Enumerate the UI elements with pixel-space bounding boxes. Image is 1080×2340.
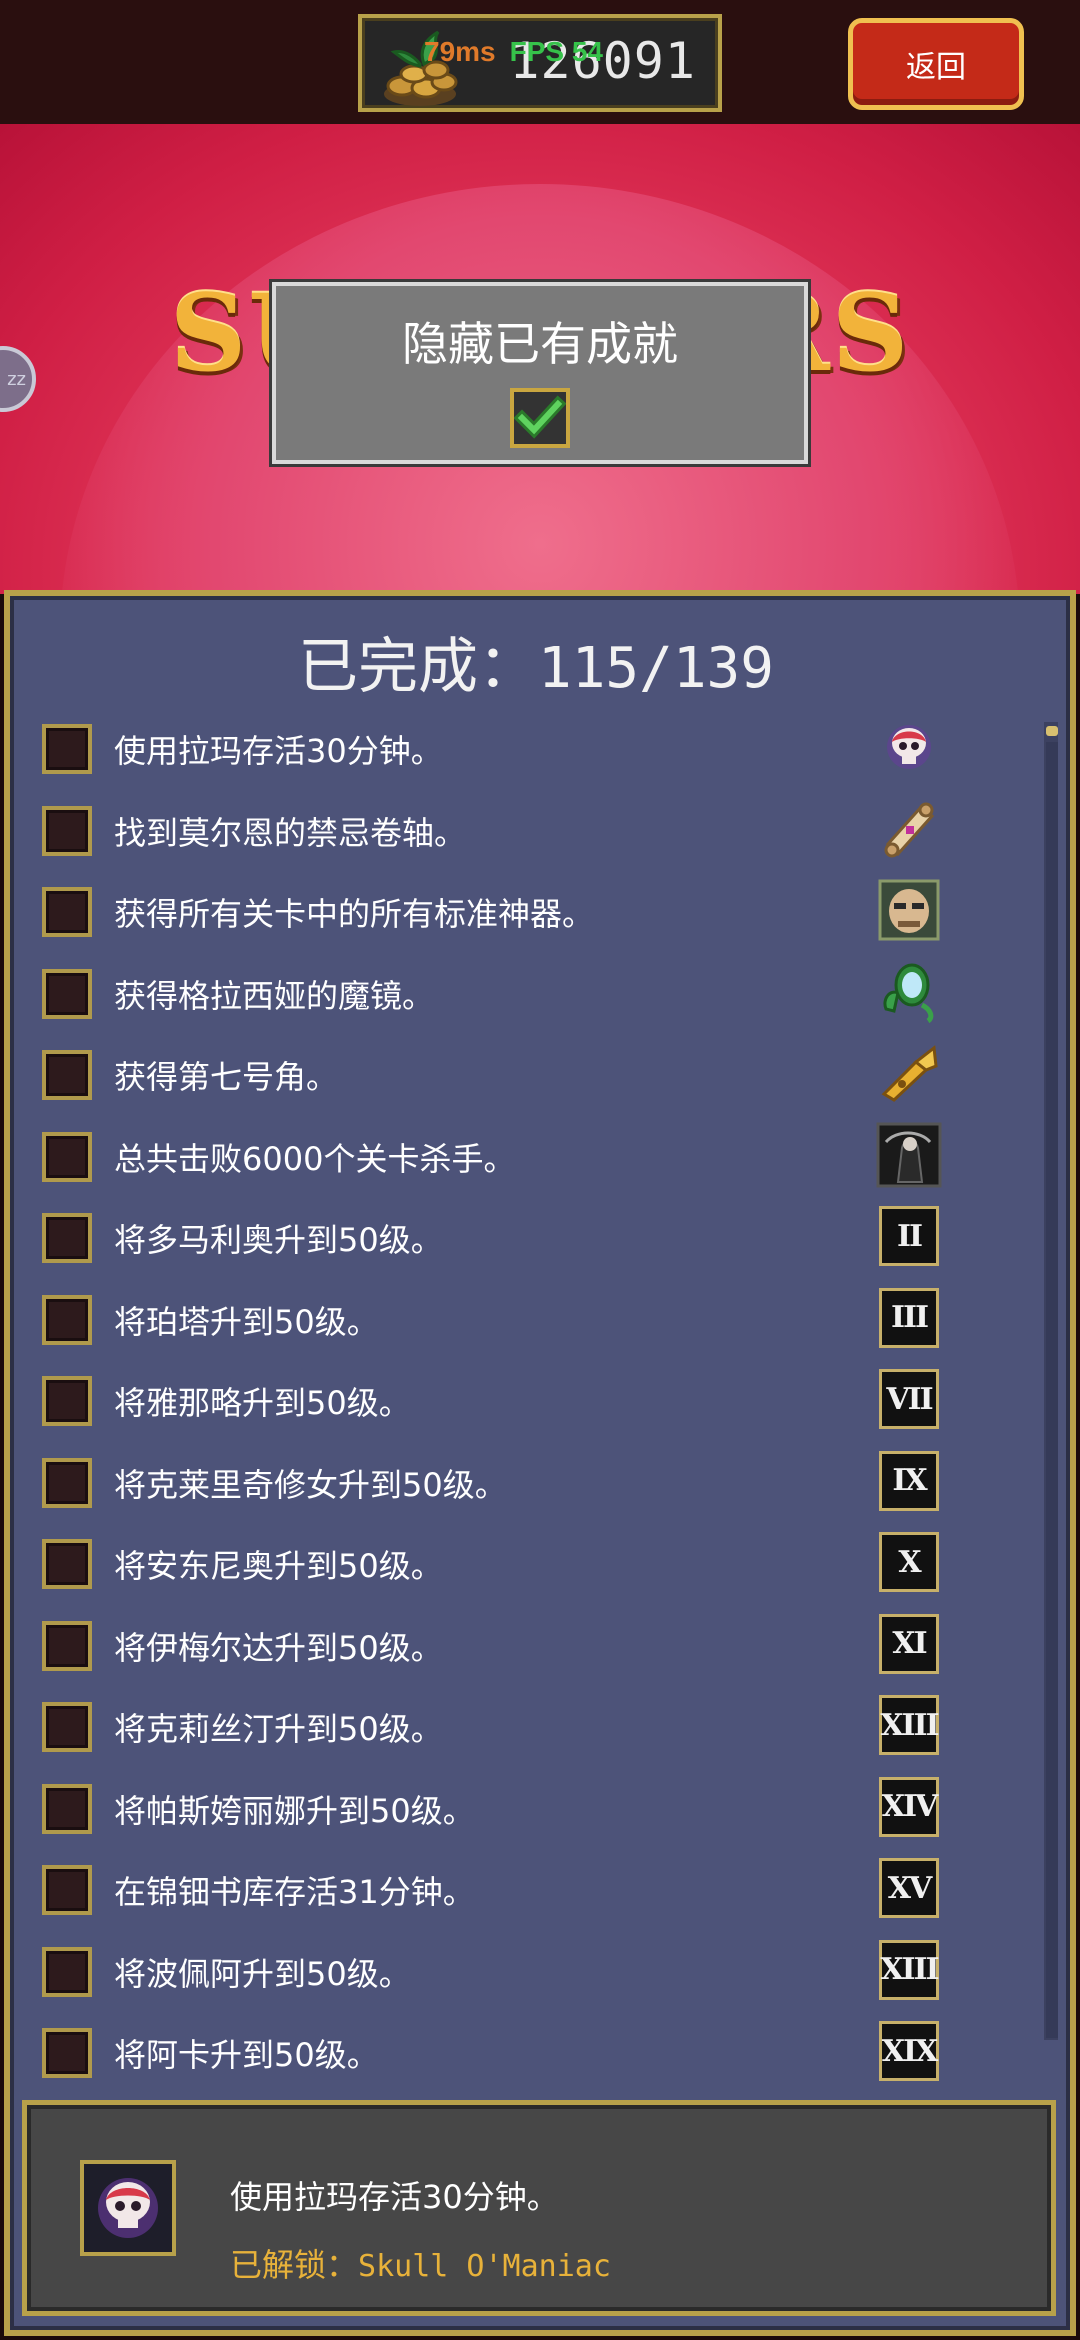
roman-numeral-label: II	[879, 1206, 939, 1266]
achievement-row[interactable]: 将克莱里奇修女升到50级。 IX	[38, 1446, 958, 1526]
achievement-text: 将阿卡升到50级。	[114, 2036, 379, 2074]
achievement-text: 将波佩阿升到50级。	[114, 1954, 411, 1993]
achievement-checkbox[interactable]	[42, 968, 92, 1019]
achievement-text: 总共击败6000个关卡杀手。	[114, 1139, 516, 1178]
scrollbar-inner	[1046, 742, 1058, 2038]
roman-numeral-icon: XV	[876, 1855, 942, 1921]
achievement-checkbox[interactable]	[42, 2028, 92, 2078]
fps-readout: FPS 54	[509, 36, 604, 67]
achievement-text: 将克莱里奇修女升到50级。	[114, 1465, 507, 1504]
back-button[interactable]: 返回	[848, 18, 1024, 110]
achievement-checkbox[interactable]	[42, 724, 92, 774]
completed-label: 已完成：	[297, 632, 538, 702]
roman-numeral-label: XIV	[879, 1776, 939, 1837]
achievement-row[interactable]: 将多马利奥升到50级。 II	[38, 1201, 958, 1281]
roman-numeral-icon: XIII	[876, 1692, 942, 1758]
achievement-checkbox[interactable]	[42, 1131, 92, 1182]
achievement-row[interactable]: 将波佩阿升到50级。 XIII	[38, 1935, 958, 2015]
roman-numeral-icon: II	[876, 1203, 942, 1269]
achievement-text: 使用拉玛存活30分钟。	[114, 732, 443, 770]
achievement-checkbox[interactable]	[42, 1539, 92, 1589]
hide-achieved-checkbox[interactable]	[510, 388, 570, 448]
roman-numeral-icon: IX	[876, 1448, 942, 1514]
roman-numeral-label: VII	[879, 1369, 939, 1429]
achievement-text: 将珀塔升到50级。	[114, 1302, 379, 1341]
hide-achieved-label: 隐藏已有成就	[402, 317, 678, 371]
achievement-text: 获得格拉西娅的魔镜。	[114, 976, 435, 1015]
mask-face-icon	[876, 877, 942, 943]
achievement-checkbox[interactable]	[42, 1702, 92, 1752]
roman-numeral-icon: X	[876, 1529, 942, 1595]
achievement-row[interactable]: 获得所有关卡中的所有标准神器。	[38, 875, 958, 955]
achievement-row[interactable]: 总共击败6000个关卡杀手。	[38, 1120, 958, 1200]
roman-numeral-icon: VII	[876, 1366, 942, 1432]
unlock-name: Skull O'Maniac	[358, 2249, 611, 2284]
achievement-row[interactable]: 获得第七号角。	[38, 1038, 958, 1118]
achievement-checkbox[interactable]	[42, 887, 92, 937]
achievement-row[interactable]: 将雅那略升到50级。 VII	[38, 1364, 958, 1444]
completed-counter: 已完成：115/139	[0, 618, 1072, 705]
achievement-text: 将帕斯姱丽娜升到50级。	[114, 1791, 475, 1830]
roman-numeral-icon: XIII	[876, 1937, 942, 2003]
trumpet-icon	[876, 1040, 942, 1106]
detail-skull-icon	[80, 2160, 176, 2256]
roman-numeral-label: XV	[879, 1858, 939, 1918]
scroll-icon	[876, 796, 942, 862]
roman-numeral-label: XIII	[879, 1695, 940, 1755]
achievement-row[interactable]: 将安东尼奥升到50级。 X	[38, 1527, 958, 1607]
achievement-checkbox[interactable]	[42, 805, 92, 856]
achievement-row[interactable]: 将伊梅尔达升到50级。 XI	[38, 1609, 958, 1689]
achievement-row[interactable]: 使用拉玛存活30分钟。	[38, 712, 958, 792]
achievement-text: 将克莉丝汀升到50级。	[114, 1710, 443, 1748]
roman-numeral-icon: XI	[876, 1611, 942, 1677]
achievement-text: 获得所有关卡中的所有标准神器。	[114, 895, 595, 933]
checkmark-icon	[513, 395, 567, 439]
achievement-text: 获得第七号角。	[114, 1058, 339, 1096]
achievement-checkbox[interactable]	[42, 1050, 92, 1100]
achievement-row[interactable]: 找到莫尔恩的禁忌卷轴。	[38, 794, 958, 874]
achievement-text: 在锦钿书库存活31分钟。	[114, 1873, 475, 1911]
roman-numeral-label: XIII	[879, 1939, 940, 2000]
roman-numeral-label: XIX	[879, 2021, 939, 2081]
skull-icon	[876, 714, 942, 780]
achievement-checkbox[interactable]	[42, 1946, 92, 1997]
achievement-checkbox[interactable]	[42, 1376, 92, 1426]
roman-numeral-icon: III	[876, 1285, 942, 1351]
roman-numeral-label: III	[879, 1287, 939, 1348]
reaper-icon	[876, 1122, 942, 1188]
mirror-icon	[876, 959, 942, 1025]
roman-numeral-icon: XIX	[876, 2018, 942, 2084]
detail-unlock: 已解锁：Skull O'Maniac	[230, 2240, 611, 2286]
achievement-row[interactable]: 将阿卡升到50级。 XIX	[38, 2016, 958, 2096]
achievement-checkbox[interactable]	[42, 1457, 92, 1508]
achievement-checkbox[interactable]	[42, 1783, 92, 1834]
completed-count: 115/139	[537, 636, 774, 701]
achievement-row[interactable]: 在锦钿书库存活31分钟。 XV	[38, 1853, 958, 1933]
detail-description: 使用拉玛存活30分钟。	[230, 2178, 559, 2216]
roman-numeral-label: XI	[879, 1613, 939, 1674]
achievement-text: 将雅那略升到50级。	[114, 1384, 411, 1422]
unlock-label: 已解锁：	[230, 2246, 359, 2284]
achievement-row[interactable]: 获得格拉西娅的魔镜。	[38, 957, 958, 1037]
achievement-checkbox[interactable]	[42, 1213, 92, 1263]
roman-numeral-icon: XIV	[876, 1774, 942, 1840]
hide-achieved-panel: 隐藏已有成就	[272, 282, 808, 464]
network-stats: 79ms FPS 54	[424, 36, 603, 68]
achievement-checkbox[interactable]	[42, 1620, 92, 1671]
achievement-row[interactable]: 将珀塔升到50级。 III	[38, 1283, 958, 1363]
achievement-row[interactable]: 将克莉丝汀升到50级。 XIII	[38, 1690, 958, 1770]
achievement-checkbox[interactable]	[42, 1294, 92, 1345]
scrollbar-thumb[interactable]	[1046, 726, 1058, 736]
roman-numeral-label: IX	[879, 1450, 939, 1511]
achievement-text: 将安东尼奥升到50级。	[114, 1547, 443, 1585]
achievement-text: 将多马利奥升到50级。	[114, 1221, 443, 1259]
achievement-row[interactable]: 将帕斯姱丽娜升到50级。 XIV	[38, 1772, 958, 1852]
roman-numeral-label: X	[879, 1532, 939, 1592]
achievement-checkbox[interactable]	[42, 1865, 92, 1915]
achievement-text: 将伊梅尔达升到50级。	[114, 1628, 443, 1667]
achievement-text: 找到莫尔恩的禁忌卷轴。	[114, 813, 467, 852]
ping-readout: 79ms	[424, 36, 496, 67]
